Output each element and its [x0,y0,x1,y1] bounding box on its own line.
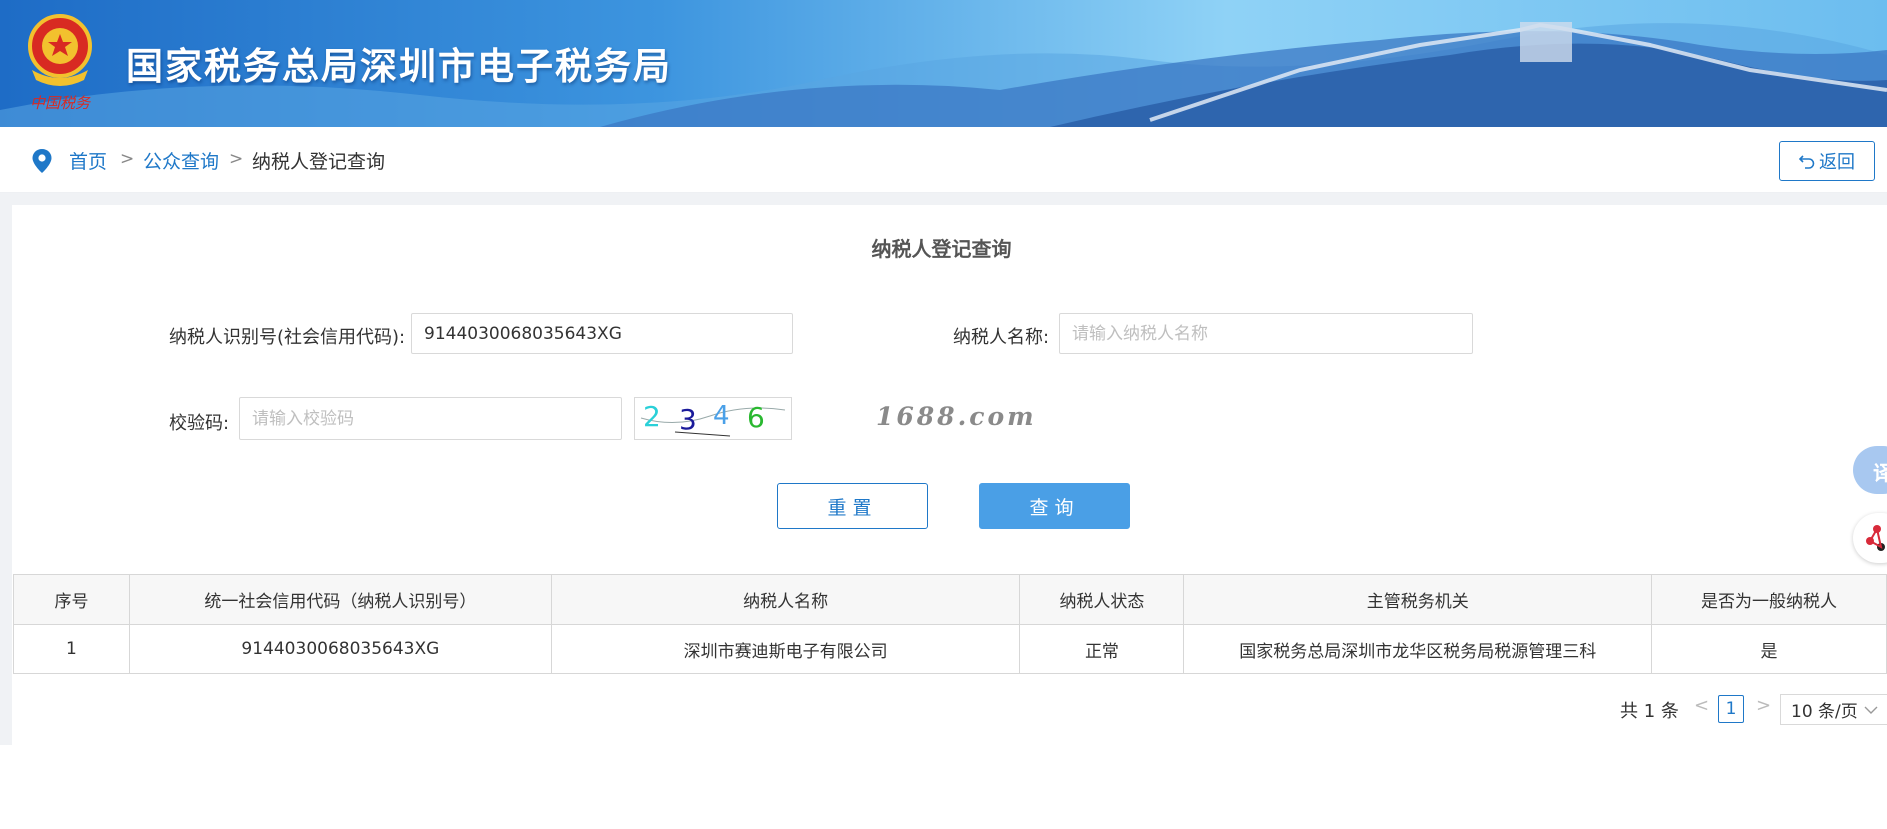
taxpayer-id-input[interactable] [411,313,793,354]
captcha-label: 校验码: [169,413,230,434]
page-number-current[interactable]: 1 [1718,695,1744,723]
svg-text:2: 2 [643,400,661,433]
captcha-graphic: 2 3 4 6 [640,400,786,437]
breadcrumb-public-query[interactable]: 公众查询 [143,147,219,174]
column-header: 纳税人状态 [1019,574,1185,625]
query-button[interactable]: 查询 [979,483,1130,529]
site-title: 国家税务总局深圳市电子税务局 [126,45,672,88]
svg-text:4: 4 [713,401,730,431]
taxpayer-name-input[interactable] [1059,313,1473,354]
table-cell: 深圳市赛迪斯电子有限公司 [550,624,1021,674]
column-header: 统一社会信用代码（纳税人识别号） [128,574,552,625]
back-button[interactable]: 返回 [1779,141,1875,181]
svg-text:中国税务: 中国税务 [30,94,92,112]
table-cell: 国家税务总局深圳市龙华区税务局税源管理三科 [1183,624,1653,674]
table-header-row: 序号 统一社会信用代码（纳税人识别号） 纳税人名称 纳税人状态 主管税务机关 是… [13,574,1887,625]
back-button-label: 返回 [1819,152,1855,173]
return-arrow-icon [1799,155,1815,169]
location-pin-icon [32,149,52,173]
svg-text:3: 3 [679,403,697,436]
table-row: 1 9144030068035643XG 深圳市赛迪斯电子有限公司 正常 国家税… [13,624,1887,674]
captcha-input[interactable] [239,397,622,440]
table-cell: 9144030068035643XG [128,624,552,674]
tax-emblem-icon: 中国税务 [28,14,92,112]
breadcrumb-separator: > [120,149,135,169]
chat-glyph: 译 [1873,461,1887,485]
table-cell: 1 [13,624,130,674]
site-header: 中国税务 国家税务总局深圳市电子税务局 [0,0,1887,127]
column-header: 主管税务机关 [1183,574,1653,625]
results-table: 序号 统一社会信用代码（纳税人识别号） 纳税人名称 纳税人状态 主管税务机关 是… [13,574,1887,674]
network-nodes-icon [1866,525,1885,551]
table-cell: 是 [1651,624,1887,674]
page-size-value: 10 条/页 [1791,702,1858,722]
floating-tool-button[interactable] [1853,513,1887,563]
captcha-image[interactable]: 2 3 4 6 [634,397,792,440]
taxpayer-id-label: 纳税人识别号(社会信用代码): [169,327,406,348]
table-cell: 正常 [1019,624,1185,674]
pagination-total: 共 1 条 [1620,701,1679,722]
prev-page-button[interactable]: < [1694,695,1709,716]
taxpayer-name-label: 纳税人名称: [953,327,1050,348]
form-title: 纳税人登记查询 [871,237,1012,261]
page-size-select[interactable]: 10 条/页 [1780,694,1887,725]
breadcrumb-current: 纳税人登记查询 [252,151,386,173]
breadcrumb: 首页 > 公众查询 > 纳税人登记查询 返回 [0,127,1887,193]
panel-gutter [0,193,12,745]
breadcrumb-home[interactable]: 首页 [69,147,107,174]
svg-text:6: 6 [747,401,765,434]
column-header: 序号 [13,574,130,625]
breadcrumb-separator: > [229,149,244,169]
reset-button[interactable]: 重置 [777,483,928,529]
column-header: 是否为一般纳税人 [1651,574,1887,625]
column-header: 纳税人名称 [550,574,1021,625]
chevron-down-icon [1864,706,1878,714]
section-gap [0,193,1887,205]
next-page-button[interactable]: > [1756,695,1771,716]
watermark-text: 1688.com [876,402,1037,431]
